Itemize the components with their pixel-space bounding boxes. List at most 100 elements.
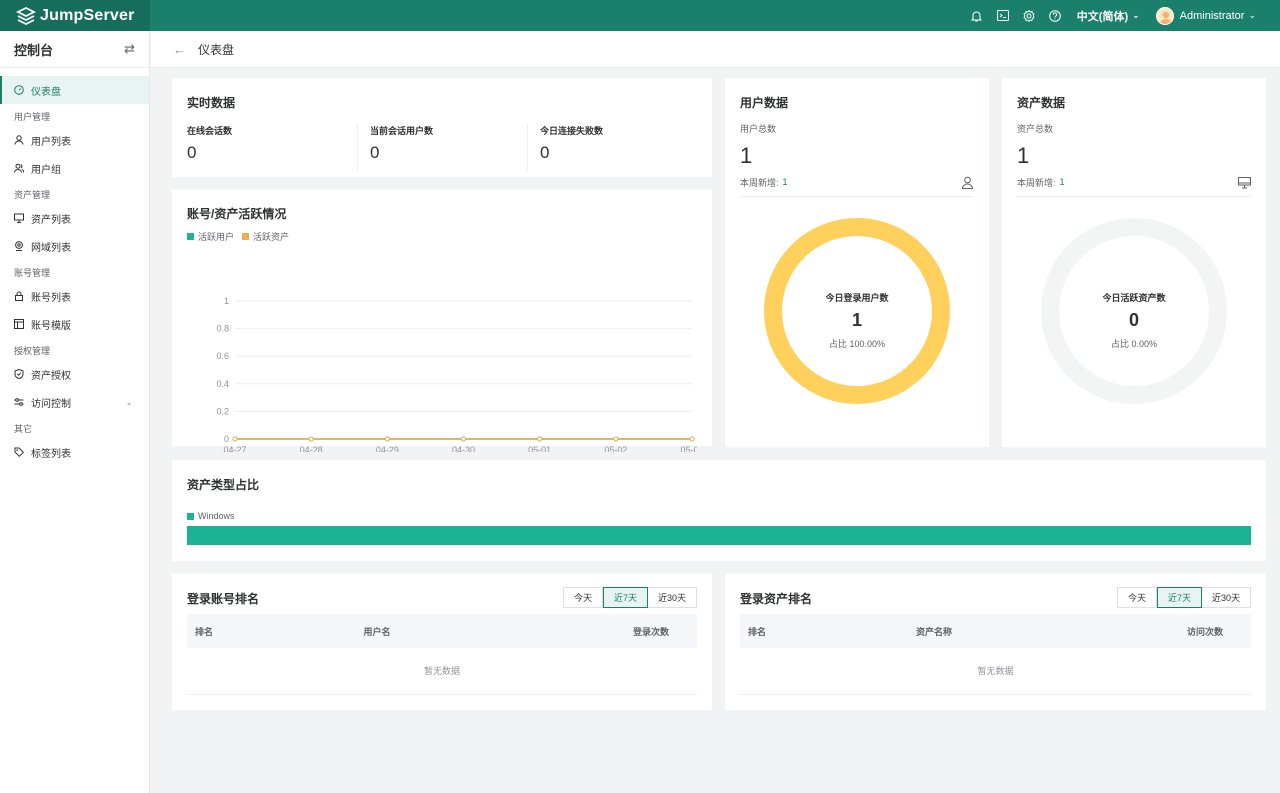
x-tick-label: 04-28 [300,445,323,452]
column-header[interactable]: 访问次数 [1018,614,1251,648]
legend-label: 活跃资产 [253,232,290,242]
monitor-icon [1238,176,1251,188]
column-header[interactable]: 用户名 [303,614,451,648]
switch-view-icon[interactable]: ⇄ [124,41,135,57]
x-tick-label: 05-01 [528,445,551,452]
legend-item[interactable]: 活跃用户 [187,230,234,243]
shield-icon [14,369,24,379]
tab-30-days[interactable]: 近30天 [647,587,697,608]
sidebar-item-access-control[interactable]: 访问控制 ⌄ [0,388,149,416]
total-value: 1 [740,143,753,168]
brand[interactable]: JumpServer [0,0,150,31]
bell-icon[interactable] [971,10,983,22]
card-title: 资产类型占比 [187,478,260,492]
user-icon [961,176,974,189]
sidebar-group-label: 资产管理 [14,190,51,200]
legend-item[interactable]: 活跃资产 [242,230,289,243]
data-point [689,436,695,442]
control-icon [14,397,24,407]
sidebar-group-label: 授权管理 [14,346,51,356]
sidebar-item-label: 用户组 [31,164,61,176]
username: Administrator [1179,9,1245,22]
sidebar-item-user-list[interactable]: 用户列表 [0,126,149,154]
page-header: ← 仪表盘 [151,31,1280,68]
sidebar-item-label: 资产授权 [31,370,71,382]
sidebar-item-dashboard[interactable]: 仪表盘 [0,76,149,104]
asset-data-card: 资产数据 资产总数 1 本周新增: 1 今日活跃资产数 0 占比 0.00% [1002,78,1266,447]
sidebar-header: 控制台 ⇄ [0,31,149,68]
total-label: 资产总数 [1017,124,1054,134]
back-arrow-icon[interactable]: ← [173,42,186,57]
user-icon [14,135,24,145]
user-group-icon [14,163,24,173]
sidebar-title: 控制台 [14,42,54,58]
x-tick-label: 04-30 [452,445,475,452]
sidebar-item-account-template[interactable]: 账号模版 [0,310,149,338]
weekly-new-label: 本周新增: [1017,177,1056,188]
page-title: 仪表盘 [198,42,235,57]
stat-label: 在线会话数 [187,126,233,136]
ring-value: 0 [1128,310,1139,330]
column-header[interactable]: 排名 [187,614,304,648]
asset-type-bar[interactable] [187,526,1251,545]
sidebar-item-label: 网域列表 [31,242,71,254]
user-menu[interactable]: Administrator ⌄ [1155,6,1256,25]
data-point [384,436,390,442]
legend-swatch [242,233,250,240]
sidebar-item-asset-permission[interactable]: 资产授权 [0,360,149,388]
card-title: 实时数据 [187,96,236,110]
tab-7-days[interactable]: 近7天 [1156,587,1202,608]
period-tabs: 今天 近7天 近30天 [562,587,697,608]
stat-value: 0 [370,143,380,162]
tab-30-days[interactable]: 近30天 [1201,587,1251,608]
y-tick-label: 1 [224,296,229,306]
empty-state: 暂无数据 [187,648,697,695]
data-point [232,436,238,442]
card-title: 登录账号排名 [187,592,260,606]
sidebar-item-account-list[interactable]: 账号列表 [0,282,149,310]
y-tick-label: 0.2 [216,406,229,416]
settings-icon[interactable] [1023,9,1035,22]
data-point [461,436,466,442]
data-point [537,436,543,442]
chevron-down-icon: ⌄ [1132,10,1140,20]
tab-7-days[interactable]: 近7天 [602,587,648,608]
sidebar-item-domain-list[interactable]: 网域列表 [0,232,149,260]
stat-session-users: 当前会话用户数 0 [357,124,527,171]
card-title: 用户数据 [740,96,789,110]
stat-value: 0 [540,143,550,162]
sidebar: 控制台 ⇄ 仪表盘 用户管理 用户列表 用户组 资产管理 资产列表 网域列表 账… [0,31,150,793]
chevron-down-icon: ⌄ [125,396,133,407]
data-point [613,436,619,442]
terminal-icon[interactable] [996,10,1009,22]
top-navbar: JumpServer 中文(简体) ⌄ Administrator ⌄ [0,0,1280,31]
realtime-card: 实时数据 在线会话数 0 当前会话用户数 0 今日连接失败数 0 [172,78,712,177]
column-header[interactable]: 资产名称 [849,614,1019,648]
ring-percentage: 占比 100.00% [828,339,886,349]
language-selector[interactable]: 中文(简体) ⌄ [1077,8,1140,24]
sidebar-item-label: 账号模版 [31,320,71,332]
total-label: 用户总数 [740,124,777,134]
card-title: 登录资产排名 [740,592,813,606]
asset-type-segment[interactable] [187,526,1251,545]
activity-line-chart: 0 0.2 0.4 0.6 0.8 1 04-27 04-28 04-29 04-30 05-01 0… [216,296,697,452]
legend-item[interactable]: Windows [187,511,235,521]
column-header[interactable]: 排名 [740,614,850,648]
sidebar-item-label: 资产列表 [31,214,71,226]
sidebar-item-asset-list[interactable]: 资产列表 [0,204,149,232]
brand-name: JumpServer [40,6,135,24]
help-icon[interactable] [1048,9,1061,22]
legend-swatch [187,233,194,240]
rank-table: 排名 用户名 登录次数 暂无数据 [187,614,697,695]
avatar [1155,6,1174,25]
y-tick-label: 0.6 [216,351,229,361]
sidebar-item-label: 仪表盘 [31,86,61,98]
weekly-new-value: 1 [1059,177,1065,187]
tab-today[interactable]: 今天 [562,587,603,608]
tab-today[interactable]: 今天 [1116,587,1157,608]
sidebar-item-tag-list[interactable]: 标签列表 [0,438,149,466]
legend-label: 活跃用户 [198,232,235,242]
column-header[interactable]: 登录次数 [450,614,697,648]
divider [1017,196,1251,197]
sidebar-item-user-group[interactable]: 用户组 [0,154,149,182]
